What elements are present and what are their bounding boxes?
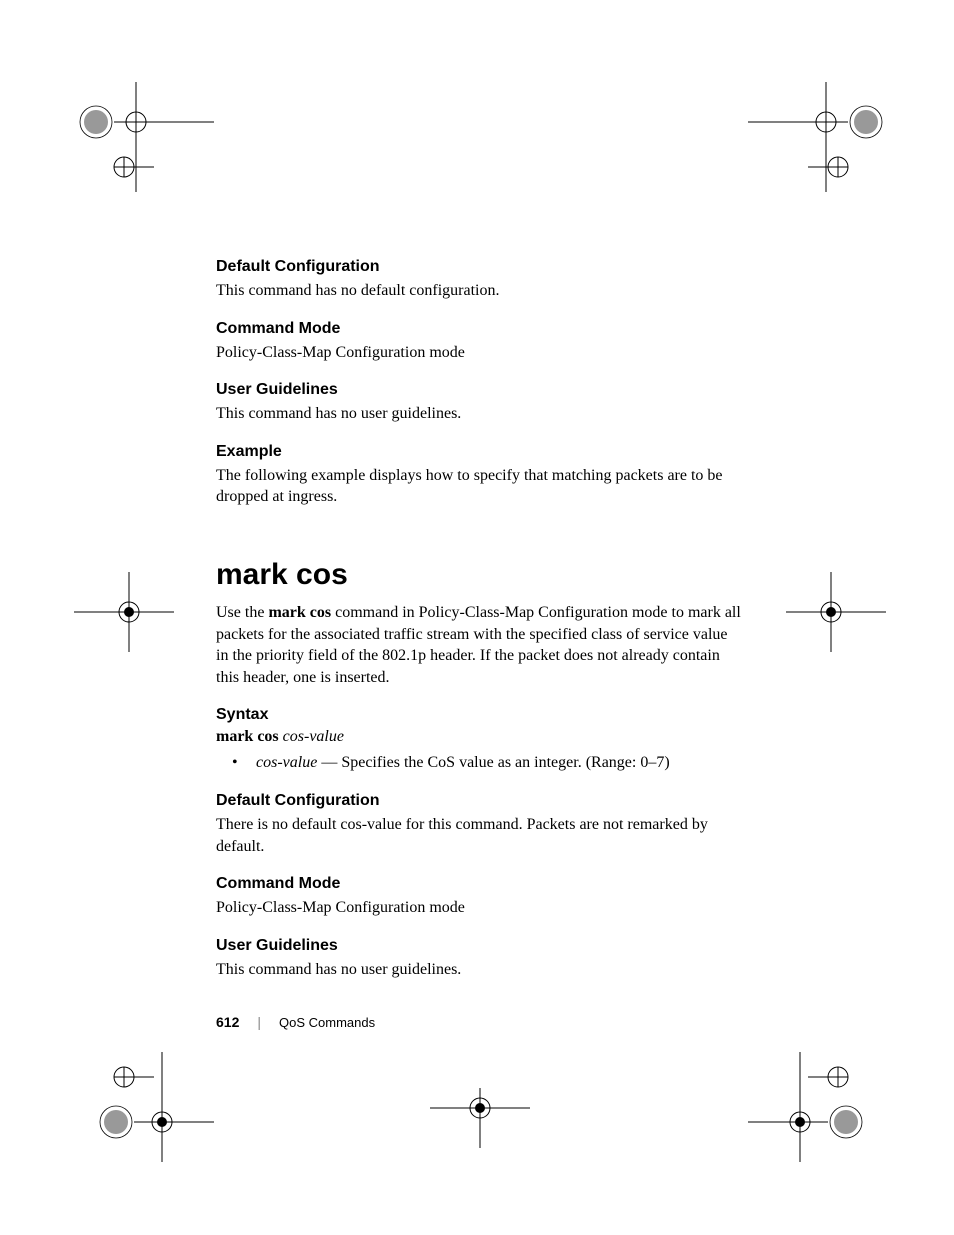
syntax-bullet-desc: — Specifies the CoS value as an integer.…: [317, 754, 669, 771]
syntax-line: mark cos cos-value: [216, 728, 741, 746]
syntax-bullets: cos-value — Specifies the CoS value as a…: [244, 752, 741, 774]
cropmark-icon: [74, 82, 214, 192]
body-example: The following example displays how to sp…: [216, 465, 741, 508]
body-default-config-1: This command has no default configuratio…: [216, 280, 741, 302]
heading-user-guidelines-1: User Guidelines: [216, 381, 741, 399]
cropmark-icon: [786, 572, 886, 652]
body-command-mode-2: Policy-Class-Map Configuration mode: [216, 897, 741, 919]
page-footer: 612 | QoS Commands: [216, 1014, 375, 1030]
body-user-guidelines-2: This command has no user guidelines.: [216, 959, 741, 981]
cropmark-icon: [748, 82, 888, 192]
heading-command-mode-1: Command Mode: [216, 320, 741, 338]
command-intro: Use the mark cos command in Policy-Class…: [216, 602, 741, 688]
heading-syntax: Syntax: [216, 706, 741, 724]
heading-command-mode-2: Command Mode: [216, 875, 741, 893]
command-intro-pre: Use the: [216, 604, 268, 621]
body-default-config-2: There is no default cos-value for this c…: [216, 814, 741, 857]
syntax-arg: cos-value: [283, 728, 344, 745]
command-title: mark cos: [216, 558, 741, 592]
cropmark-icon: [748, 1052, 888, 1162]
heading-user-guidelines-2: User Guidelines: [216, 937, 741, 955]
cropmark-icon: [74, 1052, 214, 1162]
body-user-guidelines-1: This command has no user guidelines.: [216, 403, 741, 425]
syntax-bullet-1: cos-value — Specifies the CoS value as a…: [244, 752, 741, 774]
cropmark-icon: [74, 572, 174, 652]
command-intro-bold: mark cos: [268, 604, 331, 621]
page-number: 612: [216, 1014, 239, 1030]
heading-default-config-1: Default Configuration: [216, 258, 741, 276]
heading-example: Example: [216, 443, 741, 461]
footer-section: QoS Commands: [279, 1015, 375, 1030]
syntax-cmd: mark cos: [216, 728, 283, 745]
page-content: Default Configuration This command has n…: [216, 258, 741, 984]
footer-divider: |: [257, 1014, 261, 1030]
cropmark-icon: [430, 1088, 530, 1148]
body-command-mode-1: Policy-Class-Map Configuration mode: [216, 342, 741, 364]
syntax-bullet-arg: cos-value: [256, 754, 317, 771]
heading-default-config-2: Default Configuration: [216, 792, 741, 810]
